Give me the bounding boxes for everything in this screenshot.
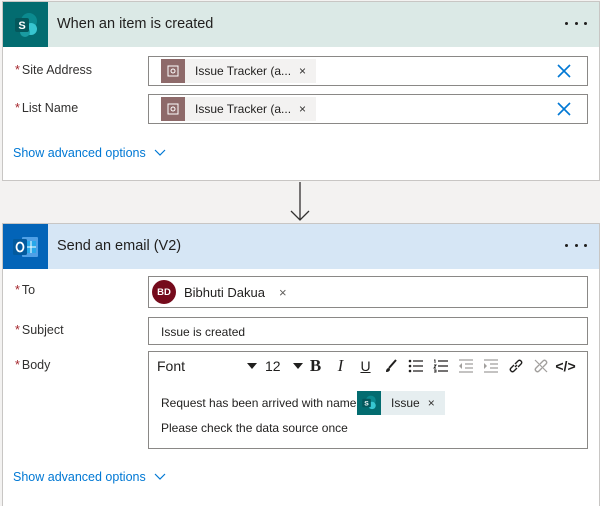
brush-icon [385,358,397,372]
dynamic-token-remove[interactable]: × [428,396,445,410]
font-family-select[interactable]: Font [157,358,257,374]
site-address-field[interactable]: Issue Tracker (a... × [148,56,588,86]
chevron-down-icon [154,473,166,480]
italic-button[interactable]: I [328,354,353,378]
svg-text:S: S [364,400,369,407]
recipient-token[interactable]: BD Bibhuti Dakua × [152,280,287,304]
chevron-down-icon [154,149,166,156]
list-token-icon [161,97,185,121]
insert-link-button[interactable] [503,354,528,378]
bullet-list-icon [408,359,423,372]
site-address-token[interactable]: Issue Tracker (a... × [161,59,317,83]
action-header[interactable]: Send an email (V2) [3,224,599,269]
list-name-token-remove[interactable]: × [297,102,316,116]
unlink-icon [534,359,547,372]
bullet-list-button[interactable] [403,354,428,378]
bold-button[interactable]: B [303,354,328,378]
body-line-1: Request has been arrived with name [161,396,357,410]
site-address-label: * Site Address [15,63,93,77]
sharepoint-icon: S [3,2,48,47]
outdent-icon [458,358,473,373]
decrease-indent-button[interactable] [453,354,478,378]
numbered-list-icon [432,359,448,372]
increase-indent-button[interactable] [478,354,503,378]
action-card: Send an email (V2) * To BD Bibhuti Dakua … [2,223,600,506]
list-name-token-text: Issue Tracker (a... [195,102,292,116]
to-label: * To [15,283,36,297]
recipient-remove[interactable]: × [279,285,287,300]
site-address-token-remove[interactable]: × [297,64,316,78]
show-advanced-options-link[interactable]: Show advanced options [13,470,166,484]
trigger-header[interactable]: S When an item is created [3,2,599,47]
code-view-button[interactable]: </> [553,354,578,378]
recipient-name: Bibhuti Dakua [184,284,265,300]
subject-value: Issue is created [161,325,246,339]
body-line-2: Please check the data source once [161,421,348,435]
trigger-title: When an item is created [57,16,214,32]
more-options-icon[interactable] [563,233,589,257]
sharepoint-icon: S [357,391,381,415]
list-name-label: * List Name [15,101,79,115]
site-token-icon [161,59,185,83]
link-icon [509,359,522,372]
arrow-down-icon [290,182,310,221]
clear-icon[interactable] [557,102,571,116]
body-label: * Body [15,358,51,372]
text-color-button[interactable] [378,354,403,378]
site-address-token-text: Issue Tracker (a... [195,64,292,78]
subject-label: * Subject [15,323,64,337]
clear-icon[interactable] [557,64,571,78]
more-options-icon[interactable] [563,11,589,35]
body-editor[interactable]: Font 12 B I U </> Request has been arriv… [148,351,588,449]
to-field[interactable]: BD Bibhuti Dakua × [148,276,588,308]
action-title: Send an email (V2) [57,238,182,254]
dynamic-content-token[interactable]: S Issue × [357,391,445,415]
numbered-list-button[interactable] [428,354,453,378]
chevron-down-icon [247,362,257,369]
avatar: BD [152,280,176,304]
font-size-select[interactable]: 12 [265,358,303,374]
dynamic-token-text: Issue [391,396,420,410]
list-name-token[interactable]: Issue Tracker (a... × [161,97,317,121]
svg-text:S: S [18,20,25,32]
show-advanced-options-link[interactable]: Show advanced options [13,146,166,160]
outlook-icon [3,224,48,269]
chevron-down-icon [293,362,303,369]
subject-input[interactable]: Issue is created [148,317,588,345]
trigger-card: S When an item is created * Site Address … [2,1,600,181]
underline-button[interactable]: U [353,354,378,378]
editor-toolbar: Font 12 B I U </> [149,352,587,379]
list-name-field[interactable]: Issue Tracker (a... × [148,94,588,124]
remove-link-button[interactable] [528,354,553,378]
indent-icon [483,358,498,373]
